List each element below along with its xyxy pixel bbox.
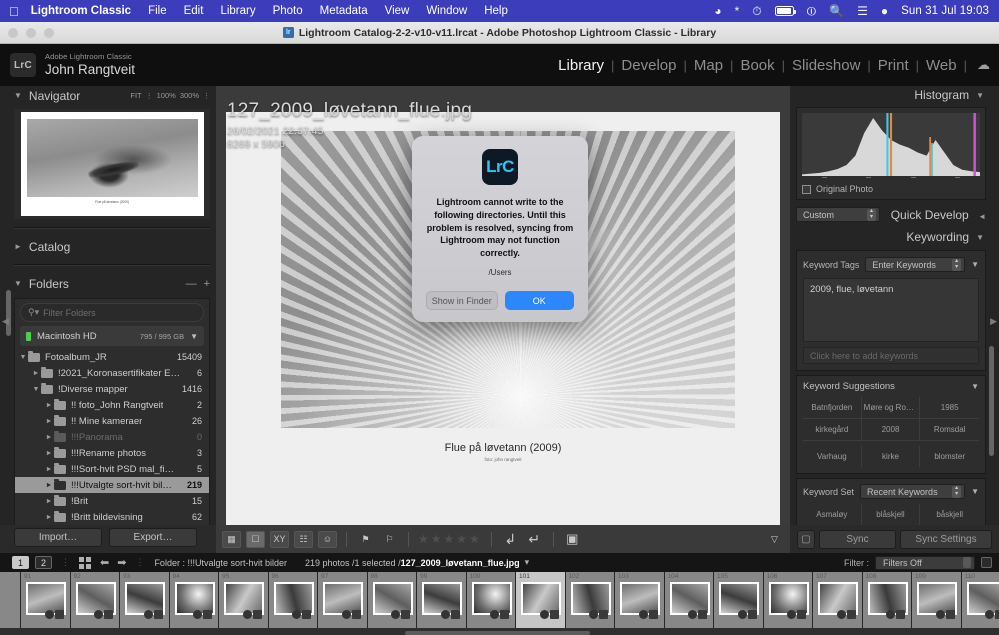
modal-overlay: LrC Lightroom cannot write to the follow… [0, 0, 999, 635]
dialog-path: /Users [488, 268, 511, 277]
show-in-finder-button[interactable]: Show in Finder [426, 291, 498, 310]
lightroom-classic-window:  Lightroom Classic File Edit Library Ph… [0, 0, 999, 635]
dialog-message: Lightroom cannot write to the following … [426, 196, 574, 260]
ok-button[interactable]: OK [505, 291, 575, 310]
dialog-buttons: Show in Finder OK [426, 291, 574, 310]
sync-error-dialog: LrC Lightroom cannot write to the follow… [412, 136, 588, 322]
lrc-app-icon: LrC [482, 149, 518, 185]
